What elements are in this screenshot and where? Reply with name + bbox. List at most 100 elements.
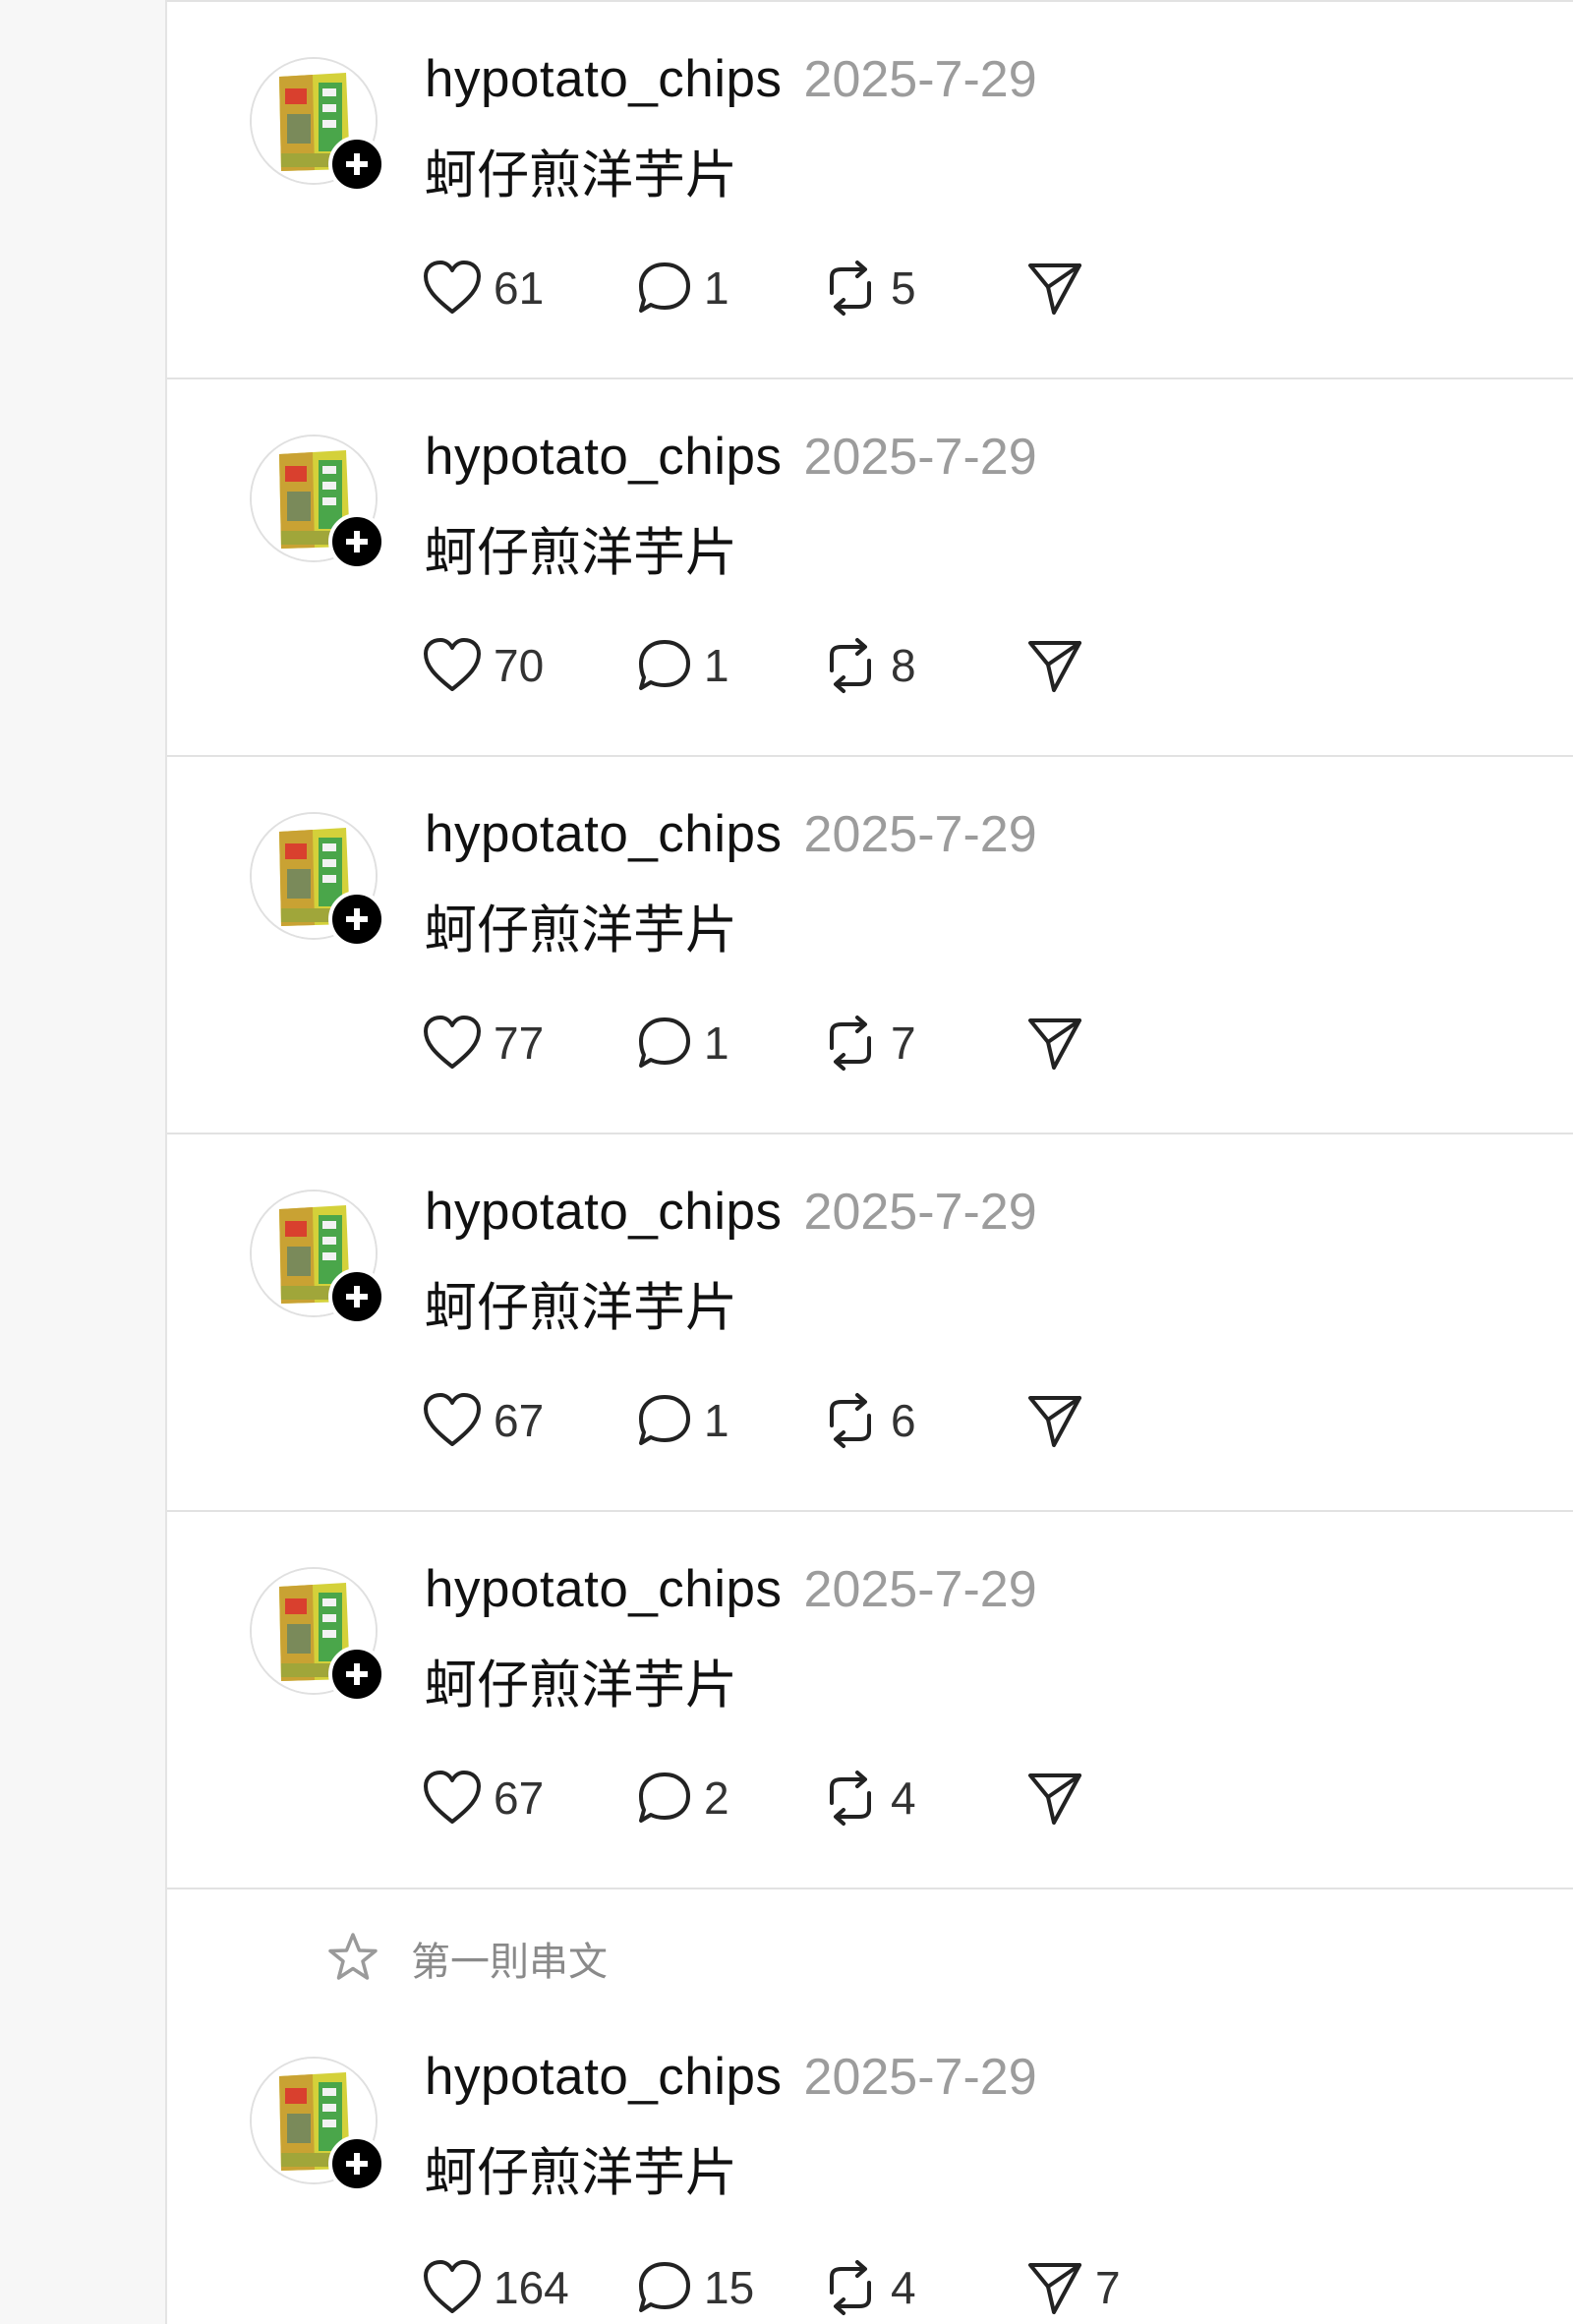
repost-icon — [830, 1771, 871, 1826]
post[interactable]: hypotato_chips 2025-7-29 蚵仔煎洋芋片 70 1 8 — [167, 378, 1573, 755]
avatar-container[interactable] — [250, 1567, 385, 1703]
post-date[interactable]: 2025-7-29 — [804, 805, 1037, 864]
username[interactable]: hypotato_chips — [425, 1559, 783, 1619]
post-date[interactable]: 2025-7-29 — [804, 428, 1037, 487]
follow-button[interactable] — [328, 1268, 385, 1325]
repost-button[interactable]: 8 — [820, 631, 916, 700]
like-count: 164 — [494, 2262, 569, 2313]
pinned-indicator: 第一則串文 — [324, 1929, 608, 1988]
page: hypotato_chips 2025-7-29 蚵仔煎洋芋片 61 1 5 h… — [0, 0, 1573, 2324]
reply-button[interactable]: 1 — [635, 254, 729, 322]
heart-icon — [424, 638, 481, 691]
avatar-container[interactable] — [250, 1190, 385, 1325]
like-button[interactable]: 61 — [421, 254, 544, 322]
avatar-container[interactable] — [250, 812, 385, 948]
username[interactable]: hypotato_chips — [425, 2047, 783, 2107]
avatar-container[interactable] — [250, 435, 385, 570]
post-header: hypotato_chips 2025-7-29 — [425, 427, 1037, 487]
pinned-label: 第一則串文 — [411, 1940, 608, 1985]
like-count: 67 — [494, 1395, 545, 1446]
post-header: hypotato_chips 2025-7-29 — [425, 804, 1037, 864]
post-date[interactable]: 2025-7-29 — [804, 2048, 1037, 2107]
repost-button[interactable]: 5 — [820, 254, 916, 322]
plus-icon — [346, 2153, 368, 2175]
avatar-container[interactable] — [250, 2057, 385, 2192]
share-button[interactable] — [1024, 254, 1095, 322]
reply-count: 1 — [704, 1017, 729, 1069]
reply-button[interactable]: 1 — [635, 631, 729, 700]
repost-count: 6 — [891, 1395, 916, 1446]
share-button[interactable] — [1024, 1009, 1095, 1077]
username[interactable]: hypotato_chips — [425, 427, 783, 487]
action-bar: 164 15 4 7 — [421, 2253, 1404, 2322]
plus-icon — [346, 1286, 368, 1307]
like-button[interactable]: 70 — [421, 631, 544, 700]
action-bar: 70 1 8 — [421, 631, 1404, 700]
send-icon — [1028, 1018, 1081, 1070]
post[interactable]: hypotato_chips 2025-7-29 蚵仔煎洋芋片 61 1 5 — [167, 0, 1573, 378]
comment-bubble-icon — [639, 640, 690, 690]
follow-button[interactable] — [328, 2135, 385, 2192]
share-button[interactable] — [1024, 631, 1095, 700]
share-button[interactable] — [1024, 1386, 1095, 1455]
follow-button[interactable] — [328, 136, 385, 193]
repost-icon — [830, 638, 871, 693]
comment-bubble-icon — [639, 1017, 690, 1068]
reply-button[interactable]: 2 — [635, 1764, 729, 1832]
share-button[interactable] — [1024, 1764, 1095, 1832]
avatar-container[interactable] — [250, 57, 385, 193]
reply-button[interactable]: 1 — [635, 1009, 729, 1077]
like-button[interactable]: 67 — [421, 1386, 544, 1455]
repost-button[interactable]: 7 — [820, 1009, 916, 1077]
send-icon — [1028, 641, 1081, 692]
heart-icon — [424, 1771, 481, 1824]
repost-count: 4 — [891, 2262, 916, 2313]
like-count: 61 — [494, 262, 545, 314]
reply-count: 1 — [704, 1395, 729, 1446]
reply-button[interactable]: 1 — [635, 1386, 729, 1455]
reply-button[interactable]: 15 — [635, 2253, 754, 2322]
username[interactable]: hypotato_chips — [425, 49, 783, 109]
post[interactable]: hypotato_chips 2025-7-29 蚵仔煎洋芋片 67 1 6 — [167, 1133, 1573, 1510]
pinned-post[interactable]: 第一則串文 hypotato_chips 2025-7-29 蚵仔煎洋芋片 16… — [167, 1888, 1573, 2324]
reply-count: 1 — [704, 640, 729, 691]
post-text: 蚵仔煎洋芋片 — [425, 1656, 737, 1715]
plus-icon — [346, 1663, 368, 1685]
comment-bubble-icon — [639, 2262, 690, 2312]
plus-icon — [346, 153, 368, 175]
action-bar: 77 1 7 — [421, 1009, 1404, 1077]
action-bar: 67 2 4 — [421, 1764, 1404, 1832]
like-count: 70 — [494, 640, 545, 691]
repost-button[interactable]: 4 — [820, 1764, 916, 1832]
repost-icon — [830, 1393, 871, 1448]
send-icon — [1028, 2263, 1081, 2314]
comment-bubble-icon — [639, 1395, 690, 1445]
like-button[interactable]: 164 — [421, 2253, 569, 2322]
post[interactable]: hypotato_chips 2025-7-29 蚵仔煎洋芋片 67 2 4 — [167, 1510, 1573, 1888]
repost-button[interactable]: 6 — [820, 1386, 916, 1455]
post-date[interactable]: 2025-7-29 — [804, 1183, 1037, 1242]
thread-feed[interactable]: hypotato_chips 2025-7-29 蚵仔煎洋芋片 61 1 5 h… — [165, 0, 1573, 2324]
post-date[interactable]: 2025-7-29 — [804, 50, 1037, 109]
repost-count: 4 — [891, 1772, 916, 1824]
send-icon — [1028, 263, 1081, 315]
repost-button[interactable]: 4 — [820, 2253, 916, 2322]
send-icon — [1028, 1396, 1081, 1447]
follow-button[interactable] — [328, 513, 385, 570]
like-button[interactable]: 77 — [421, 1009, 544, 1077]
heart-icon — [424, 1016, 481, 1069]
heart-icon — [424, 2260, 481, 2313]
like-button[interactable]: 67 — [421, 1764, 544, 1832]
follow-button[interactable] — [328, 1646, 385, 1703]
post[interactable]: hypotato_chips 2025-7-29 蚵仔煎洋芋片 77 1 7 — [167, 755, 1573, 1133]
follow-button[interactable] — [328, 891, 385, 948]
share-button[interactable]: 7 — [1024, 2253, 1121, 2322]
post-date[interactable]: 2025-7-29 — [804, 1560, 1037, 1619]
username[interactable]: hypotato_chips — [425, 804, 783, 864]
like-count: 77 — [494, 1017, 545, 1069]
username[interactable]: hypotato_chips — [425, 1182, 783, 1242]
repost-count: 5 — [891, 262, 916, 314]
repost-icon — [830, 2260, 871, 2315]
reply-count: 2 — [704, 1772, 729, 1824]
post-text: 蚵仔煎洋芋片 — [425, 901, 737, 960]
